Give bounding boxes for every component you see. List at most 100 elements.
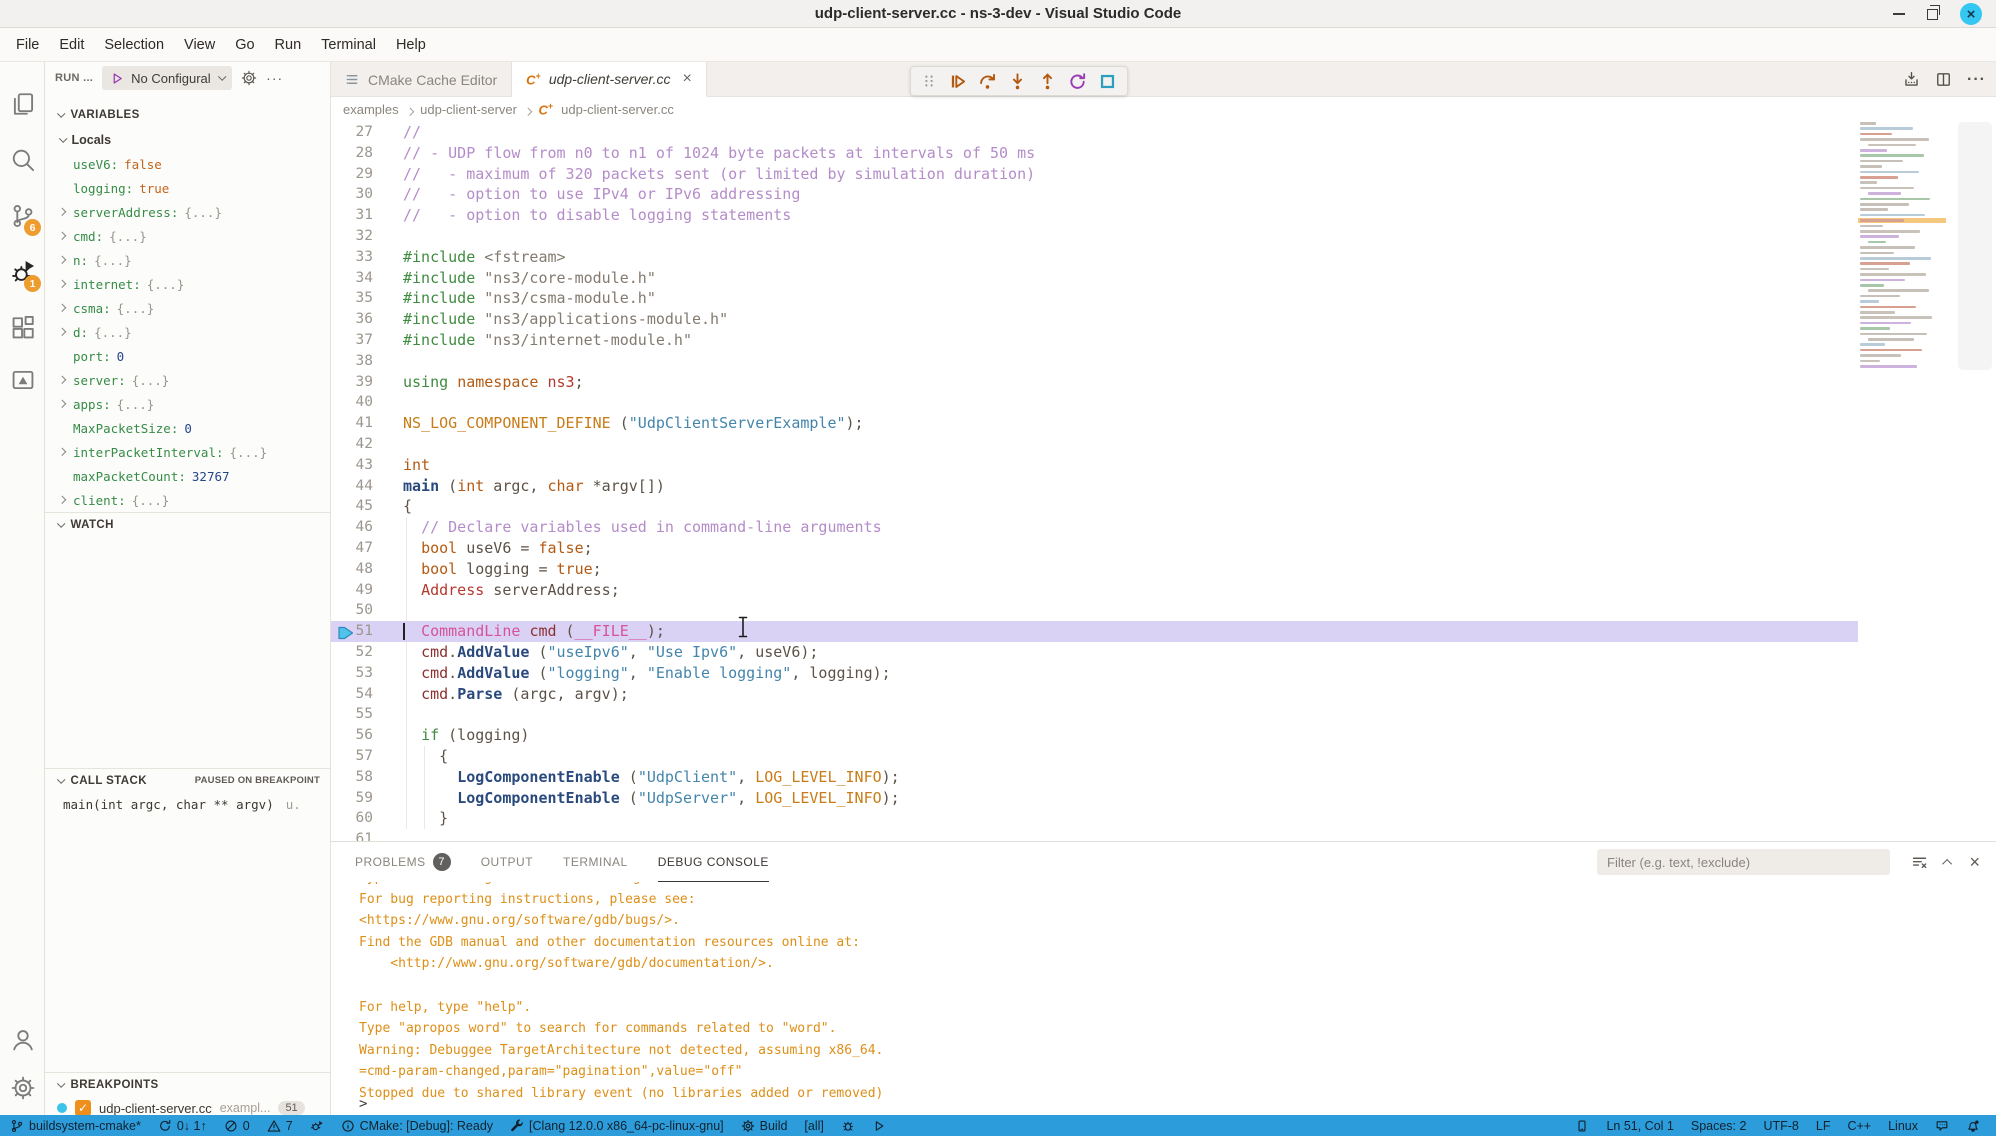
- line-number[interactable]: 49: [331, 580, 373, 601]
- settings-gear-icon[interactable]: [0, 1068, 45, 1108]
- line-number[interactable]: 39: [331, 372, 373, 393]
- explorer-icon[interactable]: [0, 84, 45, 124]
- split-editor-icon[interactable]: [1935, 71, 1952, 88]
- line-number[interactable]: 46: [331, 517, 373, 538]
- restore-icon[interactable]: [1927, 9, 1938, 20]
- variable-row[interactable]: maxPacketCount:32767: [45, 464, 330, 488]
- step-out-icon[interactable]: [1038, 72, 1057, 91]
- tab-udp-client-server[interactable]: C+ udp-client-server.cc ×: [512, 62, 707, 97]
- menu-selection[interactable]: Selection: [94, 37, 174, 53]
- status-item-bell-dot[interactable]: [1966, 1119, 1980, 1133]
- code-line[interactable]: 59 LogComponentEnable ("UdpServer", LOG_…: [331, 788, 1858, 809]
- code-line[interactable]: 57 {: [331, 746, 1858, 767]
- collapse-panel-icon[interactable]: [1943, 858, 1953, 868]
- clear-console-icon[interactable]: [1911, 854, 1928, 871]
- breadcrumb-item[interactable]: examples: [343, 102, 399, 117]
- breadcrumb-item[interactable]: udp-client-server: [420, 102, 517, 117]
- status-item-c[interactable]: C++: [1847, 1119, 1871, 1133]
- status-item-0[interactable]: 0: [224, 1119, 250, 1133]
- code-line[interactable]: 29// - maximum of 320 packets sent (or l…: [331, 164, 1858, 185]
- step-into-icon[interactable]: [1008, 72, 1027, 91]
- code-line[interactable]: 51 CommandLine cmd (__FILE__);: [331, 621, 1858, 642]
- line-number[interactable]: 38: [331, 351, 373, 372]
- minimize-icon[interactable]: [1893, 13, 1905, 15]
- restart-icon[interactable]: [1068, 72, 1087, 91]
- code-line[interactable]: 33#include <fstream>: [331, 247, 1858, 268]
- code-line[interactable]: 48 bool logging = true;: [331, 559, 1858, 580]
- status-item-clang-12-0-0-x86-64-pc-linux-gnu[interactable]: [Clang 12.0.0 x86_64-pc-linux-gnu]: [510, 1119, 724, 1133]
- line-number[interactable]: 56: [331, 725, 373, 746]
- line-number[interactable]: 30: [331, 184, 373, 205]
- menu-view[interactable]: View: [174, 37, 225, 53]
- variable-row[interactable]: interPacketInterval:{...}: [45, 440, 330, 464]
- variable-row[interactable]: client:{...}: [45, 488, 330, 512]
- breakpoint-checkbox[interactable]: ✓: [75, 1100, 91, 1115]
- code-line[interactable]: 28// - UDP flow from n0 to n1 of 1024 by…: [331, 143, 1858, 164]
- variable-row[interactable]: csma:{...}: [45, 296, 330, 320]
- code-line[interactable]: 50: [331, 600, 1858, 621]
- code-line[interactable]: 58 LogComponentEnable ("UdpClient", LOG_…: [331, 767, 1858, 788]
- watch-section-header[interactable]: WATCH: [45, 512, 330, 536]
- variable-row[interactable]: d:{...}: [45, 320, 330, 344]
- run-in-panel-icon[interactable]: [1903, 71, 1920, 88]
- code-line[interactable]: 41NS_LOG_COMPONENT_DEFINE ("UdpClientSer…: [331, 413, 1858, 434]
- status-item-bug[interactable]: [841, 1119, 855, 1133]
- minimap[interactable]: [1858, 122, 1946, 392]
- status-item-all[interactable]: [all]: [804, 1119, 823, 1133]
- code-line[interactable]: 53 cmd.AddValue ("logging", "Enable logg…: [331, 663, 1858, 684]
- status-item-debug-alt[interactable]: [310, 1119, 324, 1133]
- menu-edit[interactable]: Edit: [49, 37, 94, 53]
- status-item-play[interactable]: [872, 1119, 886, 1133]
- search-icon[interactable]: [0, 140, 45, 180]
- status-item-ln-51-col-1[interactable]: Ln 51, Col 1: [1606, 1119, 1673, 1133]
- variable-row[interactable]: internet:{...}: [45, 272, 330, 296]
- breadcrumb-item[interactable]: udp-client-server.cc: [561, 102, 674, 117]
- line-number[interactable]: 28: [331, 143, 373, 164]
- code-line[interactable]: 40: [331, 392, 1858, 413]
- accounts-icon[interactable]: [0, 1020, 45, 1060]
- status-item-7[interactable]: 7: [267, 1119, 293, 1133]
- line-number[interactable]: 40: [331, 392, 373, 413]
- line-number[interactable]: 59: [331, 788, 373, 809]
- code-line[interactable]: 46 // Declare variables used in command-…: [331, 517, 1858, 538]
- line-number[interactable]: 50: [331, 600, 373, 621]
- code-line[interactable]: 54 cmd.Parse (argc, argv);: [331, 684, 1858, 705]
- line-number[interactable]: 36: [331, 309, 373, 330]
- code-line[interactable]: 37#include "ns3/internet-module.h": [331, 330, 1858, 351]
- test-panel-icon[interactable]: [0, 360, 45, 400]
- continue-icon[interactable]: [948, 72, 967, 91]
- line-number[interactable]: 27: [331, 122, 373, 143]
- line-number[interactable]: 60: [331, 808, 373, 829]
- variable-row[interactable]: logging:true: [45, 176, 330, 200]
- status-item-cmake-debug-ready[interactable]: CMake: [Debug]: Ready: [341, 1119, 493, 1133]
- status-item-linux[interactable]: Linux: [1888, 1119, 1918, 1133]
- more-actions-icon[interactable]: ···: [1967, 71, 1986, 89]
- line-number[interactable]: 47: [331, 538, 373, 559]
- start-debug-icon[interactable]: [111, 72, 124, 85]
- code-line[interactable]: 60 }: [331, 808, 1858, 829]
- status-item-build[interactable]: Build: [741, 1119, 788, 1133]
- console-filter-input[interactable]: Filter (e.g. text, !exclude): [1597, 849, 1890, 875]
- line-number[interactable]: 61: [331, 829, 373, 841]
- line-number[interactable]: 52: [331, 642, 373, 663]
- call-stack-section-header[interactable]: CALL STACK PAUSED ON BREAKPOINT: [45, 768, 330, 792]
- extensions-icon[interactable]: [0, 308, 45, 348]
- line-number[interactable]: 41: [331, 413, 373, 434]
- status-item-0-1[interactable]: 0↓ 1↑: [158, 1119, 207, 1133]
- code-line[interactable]: 43int: [331, 455, 1858, 476]
- code-line[interactable]: 38: [331, 351, 1858, 372]
- variable-row[interactable]: port:0: [45, 344, 330, 368]
- variable-row[interactable]: useV6:false: [45, 152, 330, 176]
- code-editor[interactable]: 27//28// - UDP flow from n0 to n1 of 102…: [331, 122, 1858, 841]
- call-stack-frame[interactable]: main(int argc, char ** argv) u.: [45, 792, 330, 816]
- status-item-buildsystem-cmake[interactable]: buildsystem-cmake*: [10, 1119, 141, 1133]
- line-number[interactable]: 32: [331, 226, 373, 247]
- code-line[interactable]: 44main (int argc, char *argv[]): [331, 476, 1858, 497]
- line-number[interactable]: 43: [331, 455, 373, 476]
- code-line[interactable]: 27//: [331, 122, 1858, 143]
- more-actions-icon[interactable]: ···: [266, 70, 283, 86]
- panel-tab-output[interactable]: OUTPUT: [481, 842, 533, 882]
- source-control-icon[interactable]: 6: [0, 196, 45, 236]
- line-number[interactable]: 29: [331, 164, 373, 185]
- code-line[interactable]: 47 bool useV6 = false;: [331, 538, 1858, 559]
